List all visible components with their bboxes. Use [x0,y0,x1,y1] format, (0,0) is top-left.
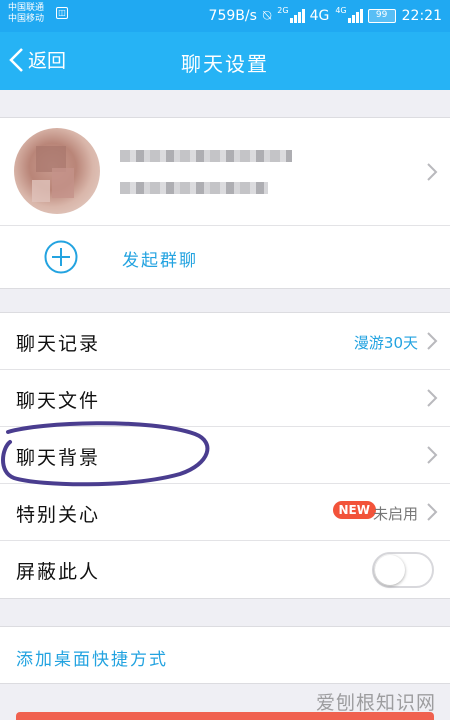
chevron-right-icon [427,389,438,407]
signal-icon-2 [347,9,363,23]
start-group-chat-label: 发起群聊 [122,251,198,271]
net-type-1: 4G [309,8,330,24]
contact-section: 发起群聊 [0,117,450,289]
battery-icon: 99 [367,9,396,23]
settings-row-special-care[interactable]: 特别关心 NEW 未启用 [0,484,450,541]
settings-row-label: 屏蔽此人 [16,561,101,583]
clock: 22:21 [401,8,442,24]
settings-row-chat-files[interactable]: 聊天文件 [0,370,450,427]
start-group-chat-row[interactable]: 发起群聊 [0,226,450,288]
contact-profile-row[interactable] [0,118,450,226]
mute-icon: ⍉ [262,8,272,24]
settings-row-value: 未启用 [372,505,418,523]
shortcut-section: 添加桌面快捷方式 [0,626,450,684]
net-type-2: 4G [335,5,347,15]
settings-row-block-contact: 屏蔽此人 [0,541,450,598]
signal-icon [289,9,305,23]
chevron-right-icon [427,332,438,350]
settings-row-chat-history[interactable]: 聊天记录 漫游30天 [0,313,450,370]
settings-row-label: 聊天记录 [16,333,101,355]
contact-name-blurred [120,150,292,162]
settings-section: 聊天记录 漫游30天 聊天文件 聊天背景 特别关心 NEW 未启用 屏蔽此人 [0,312,450,599]
add-desktop-shortcut-label: 添加桌面快捷方式 [16,650,168,670]
chevron-right-icon [427,446,438,464]
notification-icon: ◫ [56,7,68,19]
chevron-right-icon [427,503,438,521]
avatar [14,128,100,214]
settings-row-label: 特别关心 [16,504,101,526]
carrier-info: 中国联通 中国移动 [8,3,44,25]
carrier-2: 中国移动 [8,14,45,24]
page-title: 聊天设置 [181,52,269,76]
status-icons: 759B/s ⍉ 2G 4G 4G 99 22:21 [209,5,442,27]
net-speed: 759B/s [208,8,257,24]
net-type-2g: 2G [277,5,289,15]
contact-detail-blurred [120,182,268,194]
watermark: 爱刨根知识网 [315,692,436,714]
title-bar: 返回 聊天设置 [0,32,450,90]
chevron-right-icon [427,163,438,181]
toggle-knob [375,555,405,585]
settings-row-label: 聊天背景 [16,447,101,469]
settings-row-label: 聊天文件 [16,390,101,412]
plus-circle-icon [44,240,78,274]
block-contact-toggle[interactable] [372,552,434,588]
settings-row-value: 漫游30天 [353,334,418,352]
add-desktop-shortcut-row[interactable]: 添加桌面快捷方式 [0,627,450,684]
carrier-1: 中国联通 [8,3,45,13]
settings-row-chat-background[interactable]: 聊天背景 [0,427,450,484]
status-bar: 中国联通 中国移动 ◫ 759B/s ⍉ 2G 4G 4G 99 22:21 [0,0,450,32]
new-badge: NEW [332,501,376,519]
